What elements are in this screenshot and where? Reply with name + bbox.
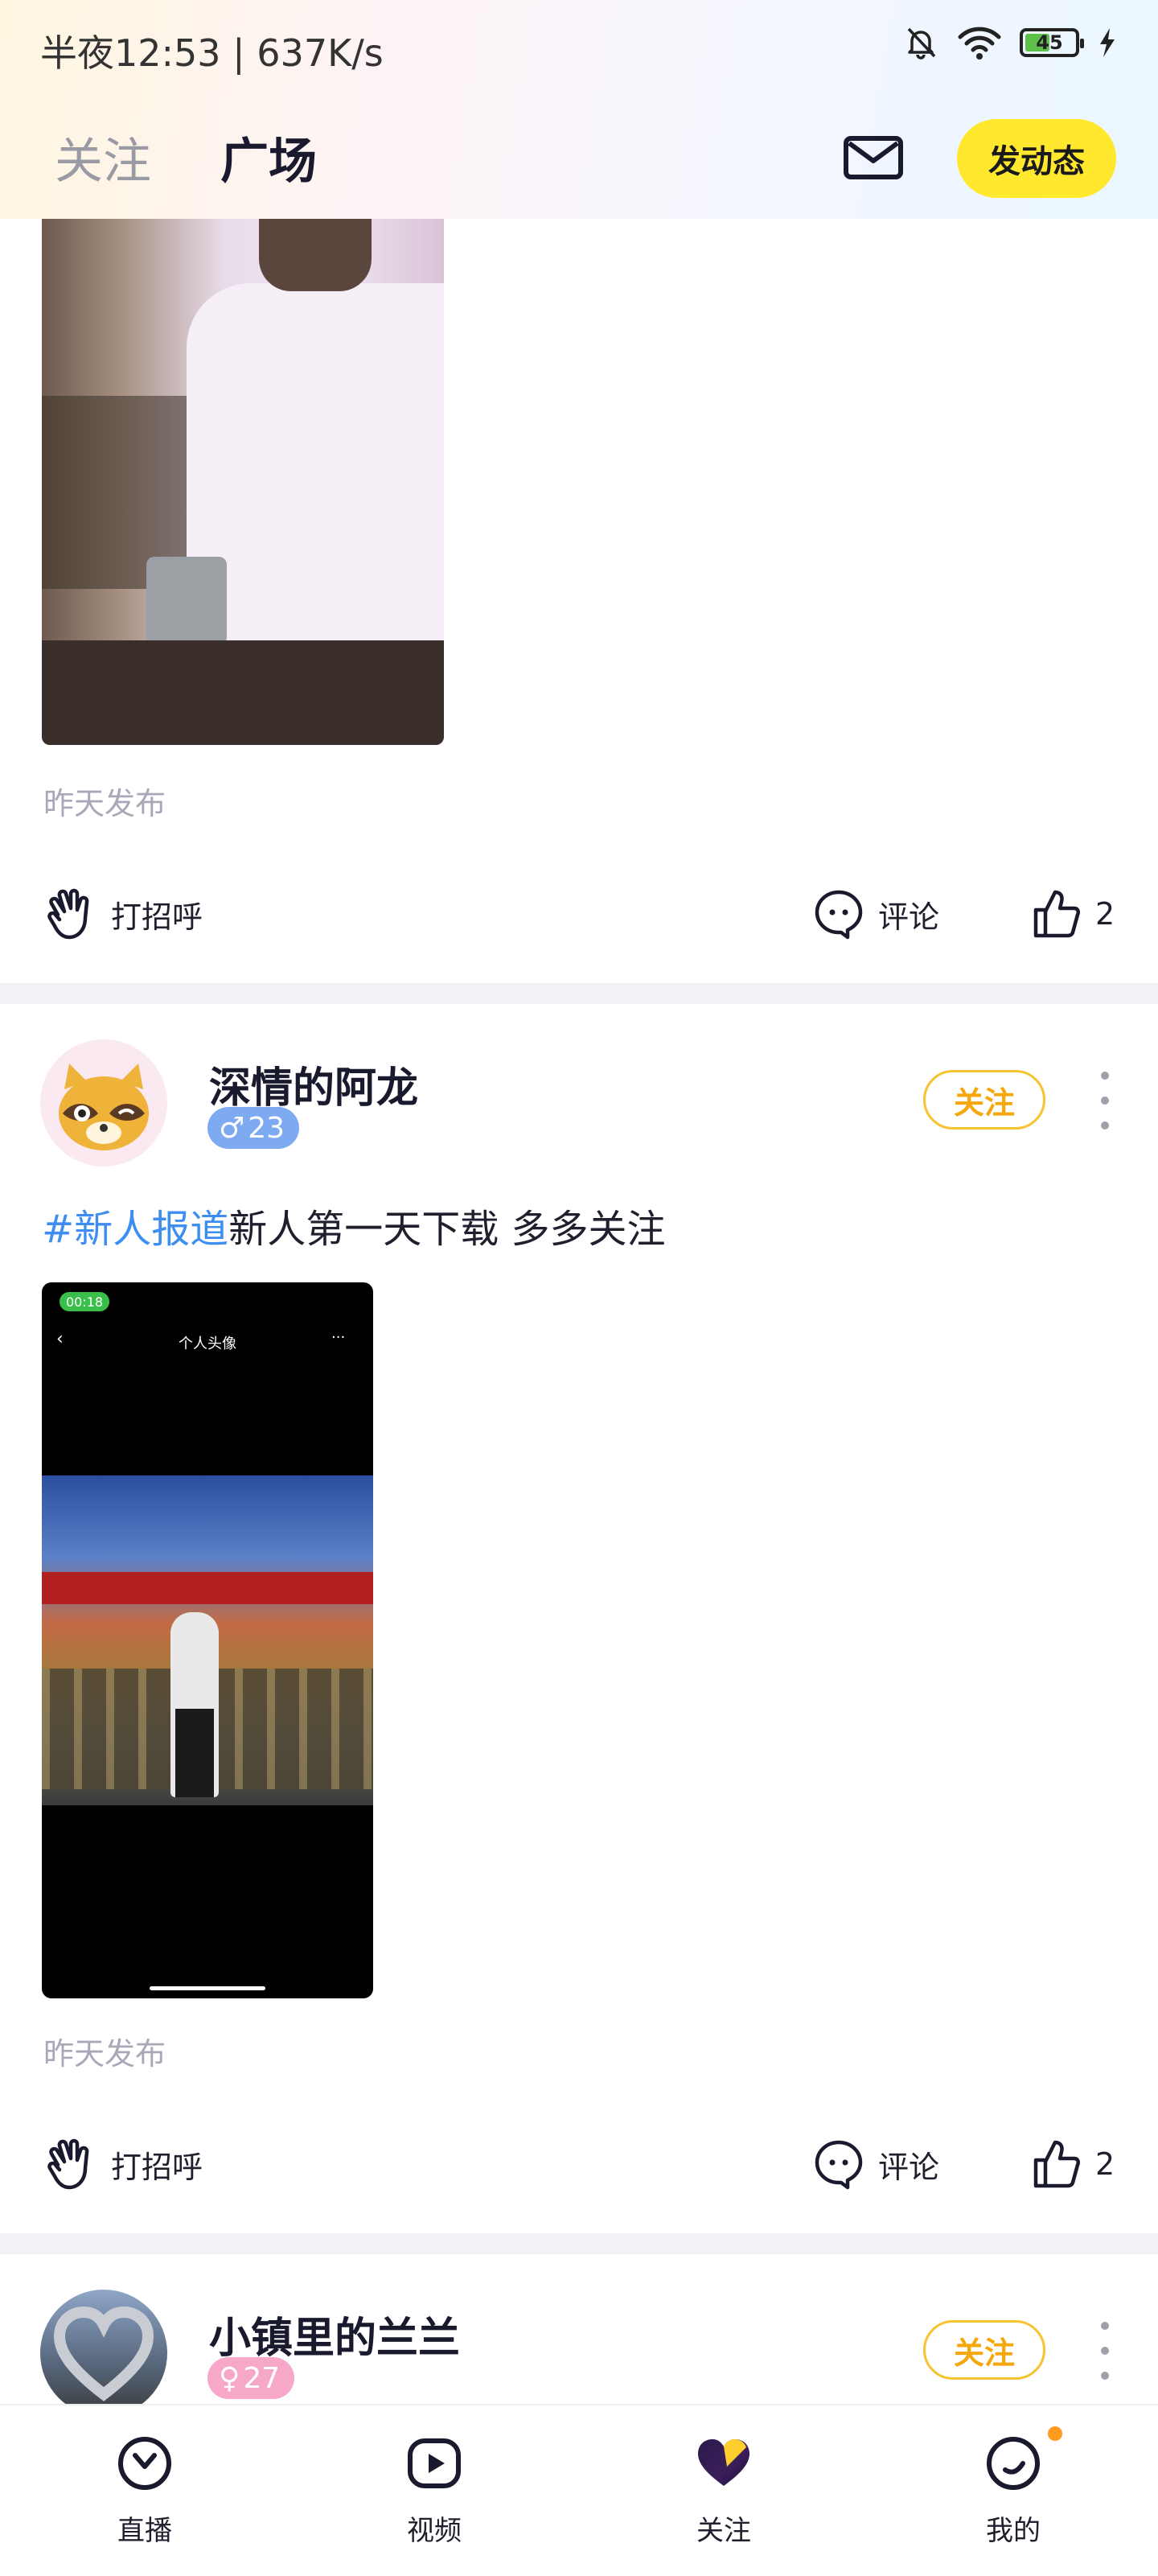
wave-hand-icon: [47, 2138, 89, 2190]
more-options-icon[interactable]: [1097, 1072, 1113, 1130]
comment-button[interactable]: 评论: [812, 882, 939, 946]
post-actions: 打招呼 评论 2: [0, 2132, 1158, 2196]
tab-follow[interactable]: 关注: [55, 122, 151, 192]
thumbs-up-icon: [1033, 2140, 1081, 2188]
post-time: 昨天发布: [43, 786, 166, 821]
follow-button[interactable]: 关注: [923, 2320, 1045, 2380]
follow-button[interactable]: 关注: [923, 1070, 1045, 1130]
like-button[interactable]: 2: [1029, 2132, 1115, 2196]
video-icon: [408, 2438, 461, 2488]
username[interactable]: 小镇里的兰兰: [209, 2304, 460, 2364]
battery-icon: 45: [1020, 28, 1084, 57]
mute-bell-icon: [907, 27, 936, 60]
comment-icon: [815, 2140, 863, 2190]
feed-tabs: 关注 广场: [55, 122, 317, 192]
notification-dot: [1048, 2426, 1062, 2441]
more-options-icon[interactable]: [1097, 2322, 1113, 2380]
status-time: 半夜12:53 | 637K/s: [40, 31, 384, 75]
greet-label: 打招呼: [111, 2149, 203, 2185]
avatar[interactable]: [40, 1039, 167, 1167]
gender-age-badge: ♀ 27: [207, 2357, 295, 2399]
comment-label: 评论: [878, 899, 940, 935]
call-timer-pill: 00:18: [60, 1292, 109, 1311]
nav-video[interactable]: 视频: [354, 2405, 515, 2576]
age: 23: [248, 1111, 285, 1145]
age: 27: [243, 2361, 281, 2395]
post-photo[interactable]: [42, 219, 444, 745]
top-header: 半夜12:53 | 637K/s 45 关注 广场 发动态: [0, 0, 1158, 219]
battery-level: 45: [1036, 31, 1063, 54]
comment-button[interactable]: 评论: [812, 2132, 939, 2196]
wave-hand-icon: [47, 888, 89, 940]
nav-label: 视频: [407, 2515, 462, 2547]
mail-icon[interactable]: [843, 134, 904, 182]
avatar[interactable]: [40, 2290, 167, 2417]
topic-tag[interactable]: #新人报道: [42, 1207, 228, 1252]
status-icons: 45: [902, 24, 1118, 61]
charging-icon: [1100, 28, 1115, 57]
nav-follow[interactable]: 关注: [643, 2405, 804, 2576]
nav-mine[interactable]: 我的: [933, 2405, 1094, 2576]
like-count: 2: [1095, 2146, 1115, 2182]
comment-icon: [815, 890, 863, 940]
nav-label: 直播: [117, 2515, 172, 2547]
female-icon: ♀: [219, 2361, 240, 2395]
post-time: 昨天发布: [43, 2036, 166, 2072]
screenshot-title: 个人头像: [179, 1335, 236, 1352]
raccoon-avatar-icon: [59, 1064, 149, 1150]
status-bar: 半夜12:53 | 637K/s 45: [0, 0, 1158, 97]
post-photo[interactable]: 00:18 个人头像 ··· ‹: [42, 1282, 373, 1998]
post-divider: [0, 983, 1158, 1004]
post-text: #新人报道新人第一天下载 多多关注: [42, 1197, 666, 1253]
screenshot-menu: ···: [331, 1329, 346, 1346]
username[interactable]: 深情的阿龙: [209, 1054, 418, 1114]
male-icon: ♂: [219, 1111, 245, 1145]
thumbs-up-icon: [1033, 890, 1081, 938]
heart-frame-avatar-icon: [53, 2306, 154, 2401]
greet-label: 打招呼: [111, 899, 203, 935]
heart-icon: [698, 2439, 749, 2486]
nav-label: 关注: [696, 2515, 751, 2547]
post-actions: 打招呼 评论 2: [0, 882, 1158, 946]
back-chevron-icon: ‹: [56, 1329, 64, 1349]
post-button[interactable]: 发动态: [957, 119, 1116, 198]
like-button[interactable]: 2: [1029, 882, 1115, 946]
post-body: 新人第一天下载 多多关注: [228, 1207, 666, 1252]
greet-button[interactable]: 打招呼: [42, 882, 203, 946]
like-count: 2: [1095, 896, 1115, 932]
gender-age-badge: ♂ 23: [207, 1107, 300, 1149]
post-divider: [0, 2233, 1158, 2254]
nav-label: 我的: [986, 2515, 1041, 2547]
nav-live[interactable]: 直播: [64, 2405, 225, 2576]
live-icon: [118, 2437, 171, 2490]
greet-button[interactable]: 打招呼: [42, 2132, 203, 2196]
comment-label: 评论: [878, 2149, 940, 2185]
wifi-icon: [958, 27, 1001, 60]
tab-square[interactable]: 广场: [220, 122, 317, 192]
profile-icon: [987, 2437, 1040, 2490]
bottom-nav: 直播 视频 关注 我的: [0, 2404, 1158, 2576]
